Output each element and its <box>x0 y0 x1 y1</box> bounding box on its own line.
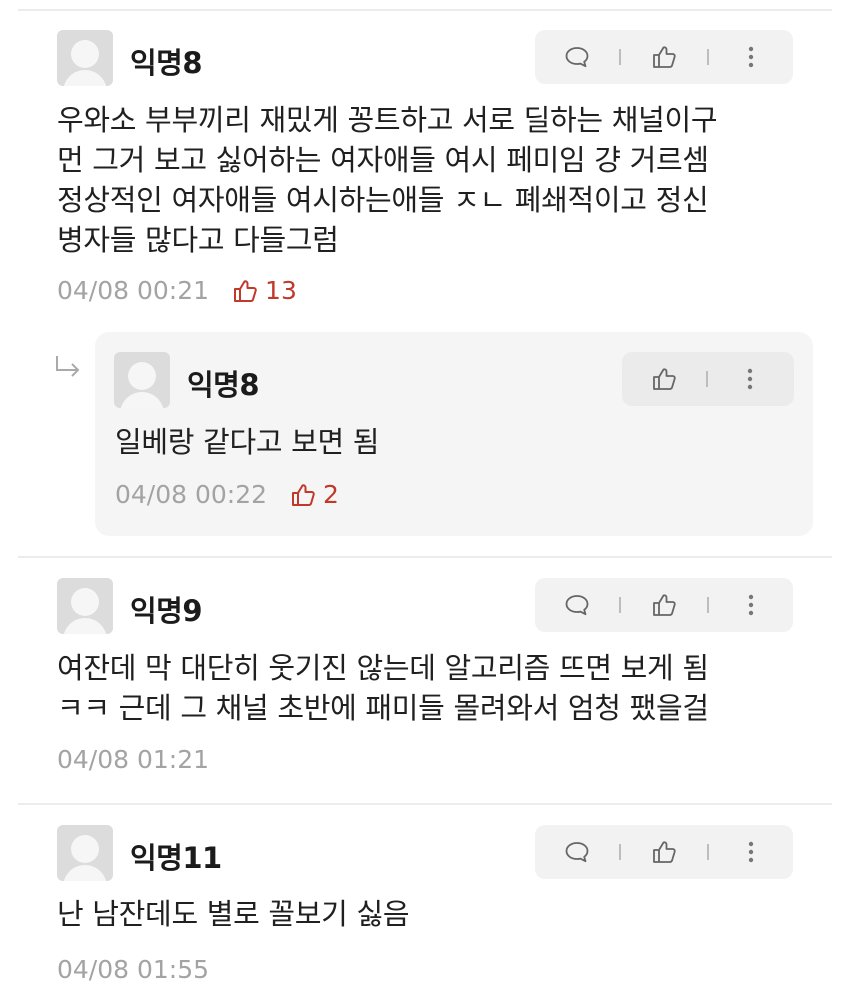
like-button[interactable] <box>621 578 707 632</box>
more-options-button[interactable] <box>708 352 792 406</box>
like-count: 13 <box>231 276 297 305</box>
comment-meta: 04/08 01:21 <box>57 745 209 774</box>
reply-text: 일베랑 같다고 보면 됨 <box>115 425 380 459</box>
comment-divider <box>18 803 832 805</box>
more-vertical-icon <box>737 838 765 866</box>
reply-timestamp: 04/08 00:22 <box>115 480 268 509</box>
reply-item: 익명8 일베랑 같다고 보면 됨 04/08 00:22 2 <box>95 332 813 536</box>
top-divider <box>18 9 832 11</box>
avatar <box>114 352 170 408</box>
thumbs-up-icon <box>650 365 678 393</box>
comment-text: 난 남잔데도 별로 꼴보기 싫음 <box>57 897 410 931</box>
comment-text: 여잔데 막 대단히 웃기진 않는데 알고리즘 뜨면 보게 됨 ㅋㅋ 근데 그 채… <box>57 651 709 725</box>
reply-button[interactable] <box>535 30 619 84</box>
more-options-button[interactable] <box>709 825 793 879</box>
comment-actions <box>535 30 793 84</box>
reply-meta: 04/08 00:22 2 <box>115 480 339 509</box>
comment-actions <box>535 578 793 632</box>
comment-text: 우와소 부부끼리 재밌게 꽁트하고 서로 딜하는 채널이구 먼 그거 보고 싫어… <box>57 103 718 257</box>
like-button[interactable] <box>622 352 706 406</box>
reply-author: 익명8 <box>187 368 260 402</box>
comment-timestamp: 04/08 01:55 <box>57 955 210 984</box>
speech-bubble-icon <box>563 591 591 619</box>
comment-author: 익명11 <box>130 841 222 875</box>
more-options-button[interactable] <box>709 30 793 84</box>
like-button[interactable] <box>621 30 707 84</box>
thumbs-up-icon <box>650 43 678 71</box>
reply-actions <box>622 352 794 406</box>
like-button[interactable] <box>621 825 707 879</box>
speech-bubble-icon <box>563 43 591 71</box>
comment-actions <box>535 825 793 879</box>
more-vertical-icon <box>737 591 765 619</box>
avatar <box>57 578 113 634</box>
like-count: 2 <box>289 480 339 509</box>
more-vertical-icon <box>736 365 764 393</box>
reply-arrow-icon <box>56 356 80 377</box>
comment-author: 익명8 <box>130 46 203 80</box>
more-options-button[interactable] <box>709 578 793 632</box>
more-vertical-icon <box>737 43 765 71</box>
reply-button[interactable] <box>535 578 619 632</box>
thumbs-up-icon <box>650 838 678 866</box>
thumbs-up-icon <box>650 591 678 619</box>
thumbs-up-icon <box>231 277 259 305</box>
speech-bubble-icon <box>563 838 591 866</box>
comment-timestamp: 04/08 01:21 <box>57 745 210 774</box>
reply-button[interactable] <box>535 825 619 879</box>
avatar <box>57 30 113 86</box>
comment-divider <box>18 556 832 558</box>
thumbs-up-icon <box>289 481 317 509</box>
comment-meta: 04/08 00:21 13 <box>57 276 297 305</box>
avatar <box>57 825 113 881</box>
comment-timestamp: 04/08 00:21 <box>57 276 210 305</box>
comment-meta: 04/08 01:55 <box>57 955 209 984</box>
comment-author: 익명9 <box>130 594 203 628</box>
